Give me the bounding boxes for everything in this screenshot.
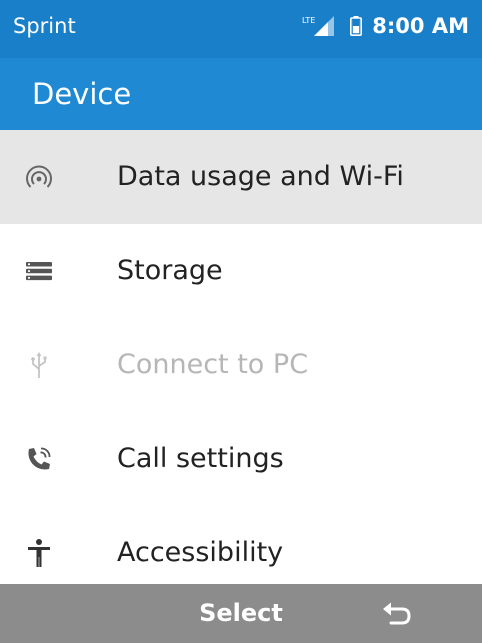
phone-call-icon — [28, 447, 51, 470]
carrier-name: Sprint — [13, 14, 76, 38]
menu-item-data-usage-wifi[interactable]: Data usage and Wi-Fi — [0, 130, 482, 224]
clock: 8:00 AM — [372, 14, 469, 38]
menu-item-label: Connect to PC — [117, 349, 309, 380]
settings-menu: Data usage and Wi-Fi Storage Connect to … — [0, 130, 482, 584]
usb-icon — [31, 352, 47, 378]
status-bar: Sprint LTE 8:00 AM — [0, 0, 482, 58]
menu-item-label: Data usage and Wi-Fi — [117, 161, 404, 192]
menu-item-storage[interactable]: Storage — [0, 224, 482, 318]
app-bar: Device — [0, 58, 482, 130]
storage-icon — [26, 262, 52, 281]
page-title: Device — [32, 77, 132, 111]
back-icon[interactable] — [380, 599, 414, 629]
device-settings-screen: Sprint LTE 8:00 AM Device Data usage and… — [0, 0, 482, 643]
menu-item-connect-to-pc[interactable]: Connect to PC — [0, 318, 482, 412]
battery-icon — [350, 16, 363, 36]
lte-signal-icon: LTE — [302, 16, 335, 36]
menu-item-label: Accessibility — [117, 537, 284, 568]
softkey-bar: Select — [0, 584, 482, 643]
wifi-data-icon — [26, 165, 52, 188]
menu-item-label: Storage — [117, 255, 223, 286]
menu-item-accessibility[interactable]: Accessibility — [0, 506, 482, 584]
menu-item-label: Call settings — [117, 443, 284, 474]
menu-item-call-settings[interactable]: Call settings — [0, 412, 482, 506]
accessibility-icon — [28, 539, 50, 567]
status-indicators: LTE 8:00 AM — [302, 13, 469, 39]
network-type-label: LTE — [302, 16, 315, 25]
